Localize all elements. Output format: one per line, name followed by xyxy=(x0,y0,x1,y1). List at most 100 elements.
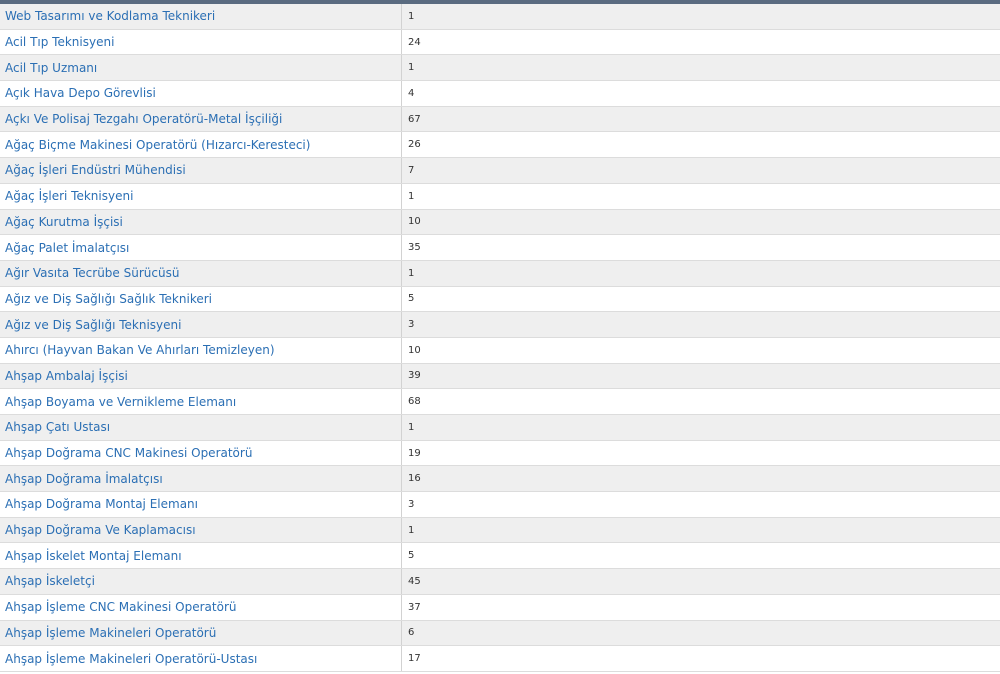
count-value: 5 xyxy=(408,293,415,305)
table-row: Açık Hava Depo Görevlisi 4 xyxy=(0,80,1000,107)
occupation-link[interactable]: Ahşap İşleme Makineleri Operatörü-Ustası xyxy=(0,652,401,666)
occupation-link[interactable]: Acil Tıp Teknisyeni xyxy=(0,35,401,49)
name-cell: Ahşap İşleme CNC Makinesi Operatörü xyxy=(0,594,402,621)
occupation-link[interactable]: Açkı Ve Polisaj Tezgahı Operatörü-Metal … xyxy=(0,112,401,126)
name-cell: Ahşap İskeletçi xyxy=(0,568,402,595)
count-value: 1 xyxy=(408,421,415,433)
table-row: Ahşap Doğrama Montaj Elemanı 3 xyxy=(0,491,1000,518)
name-cell: Ahşap Doğrama İmalatçısı xyxy=(0,465,402,493)
name-cell: Acil Tıp Teknisyeni xyxy=(0,29,402,56)
count-value: 1 xyxy=(408,10,415,22)
name-cell: Ahşap Ambalaj İşçisi xyxy=(0,363,402,390)
occupation-link[interactable]: Ahşap İşleme Makineleri Operatörü xyxy=(0,626,401,640)
table-row: Ahşap Doğrama CNC Makinesi Operatörü 19 xyxy=(0,440,1000,467)
count-value: 6 xyxy=(408,627,415,639)
occupation-link[interactable]: Ağız ve Diş Sağlığı Teknisyeni xyxy=(0,318,401,332)
table-row: Ahşap İskelet Montaj Elemanı 5 xyxy=(0,542,1000,570)
table-row: Acil Tıp Uzmanı 1 xyxy=(0,54,1000,82)
count-value: 7 xyxy=(408,164,415,176)
name-cell: Ağaç İşleri Teknisyeni xyxy=(0,183,402,210)
count-value: 1 xyxy=(408,62,415,74)
count-value: 17 xyxy=(408,653,421,665)
occupation-table: Web Tasarımı ve Kodlama Teknikeri 1 Acil … xyxy=(0,4,1000,672)
name-cell: Acil Tıp Uzmanı xyxy=(0,54,402,82)
count-value: 3 xyxy=(408,319,415,331)
name-cell: Ahşap İskelet Montaj Elemanı xyxy=(0,542,402,570)
count-cell: 16 xyxy=(401,465,1000,493)
occupation-link[interactable]: Ahşap Doğrama Montaj Elemanı xyxy=(0,497,401,511)
count-cell: 5 xyxy=(401,542,1000,570)
count-value: 35 xyxy=(408,242,421,254)
occupation-link[interactable]: Ahşap Ambalaj İşçisi xyxy=(0,369,401,383)
occupation-link[interactable]: Ağaç İşleri Teknisyeni xyxy=(0,189,401,203)
name-cell: Ağaç Kurutma İşçisi xyxy=(0,209,402,236)
name-cell: Ahşap Doğrama CNC Makinesi Operatörü xyxy=(0,440,402,467)
count-cell: 35 xyxy=(401,234,1000,261)
name-cell: Ahşap Çatı Ustası xyxy=(0,414,402,441)
occupation-link[interactable]: Ahşap Doğrama Ve Kaplamacısı xyxy=(0,523,401,537)
occupation-table-body: Web Tasarımı ve Kodlama Teknikeri 1 Acil … xyxy=(0,4,1000,672)
count-value: 45 xyxy=(408,575,421,587)
occupation-link[interactable]: Ahşap İskelet Montaj Elemanı xyxy=(0,549,401,563)
occupation-link[interactable]: Acil Tıp Uzmanı xyxy=(0,61,401,75)
name-cell: Ahşap Doğrama Montaj Elemanı xyxy=(0,491,402,518)
count-cell: 4 xyxy=(401,80,1000,107)
table-row: Ahşap İşleme Makineleri Operatörü-Ustası… xyxy=(0,645,1000,672)
count-value: 1 xyxy=(408,524,415,536)
count-value: 10 xyxy=(408,344,421,356)
count-cell: 1 xyxy=(401,517,1000,544)
count-cell: 6 xyxy=(401,620,1000,647)
table-row: Ağız ve Diş Sağlığı Sağlık Teknikeri 5 xyxy=(0,286,1000,313)
occupation-link[interactable]: Ağır Vasıta Tecrübe Sürücüsü xyxy=(0,266,401,280)
name-cell: Ağır Vasıta Tecrübe Sürücüsü xyxy=(0,260,402,287)
name-cell: Ahşap İşleme Makineleri Operatörü xyxy=(0,620,402,647)
table-row: Ahşap İşleme CNC Makinesi Operatörü 37 xyxy=(0,594,1000,621)
count-cell: 7 xyxy=(401,157,1000,184)
count-value: 10 xyxy=(408,216,421,228)
count-value: 1 xyxy=(408,190,415,202)
count-cell: 10 xyxy=(401,337,1000,364)
occupation-link[interactable]: Web Tasarımı ve Kodlama Teknikeri xyxy=(0,9,401,23)
table-row: Web Tasarımı ve Kodlama Teknikeri 1 xyxy=(0,4,1000,30)
occupation-link[interactable]: Ahşap Boyama ve Vernikleme Elemanı xyxy=(0,395,401,409)
occupation-link[interactable]: Ağaç Palet İmalatçısı xyxy=(0,241,401,255)
occupation-link[interactable]: Ağaç İşleri Endüstri Mühendisi xyxy=(0,163,401,177)
table-row: Ağaç İşleri Endüstri Mühendisi 7 xyxy=(0,157,1000,184)
count-cell: 67 xyxy=(401,106,1000,133)
name-cell: Ağaç Biçme Makinesi Operatörü (Hızarcı-K… xyxy=(0,131,402,159)
occupation-link[interactable]: Ahşap İşleme CNC Makinesi Operatörü xyxy=(0,600,401,614)
table-row: Ahşap Doğrama Ve Kaplamacısı 1 xyxy=(0,517,1000,544)
table-row: Ağır Vasıta Tecrübe Sürücüsü 1 xyxy=(0,260,1000,287)
name-cell: Ahşap Doğrama Ve Kaplamacısı xyxy=(0,517,402,544)
occupation-link[interactable]: Ahşap Doğrama CNC Makinesi Operatörü xyxy=(0,446,401,460)
count-cell: 39 xyxy=(401,363,1000,390)
count-value: 67 xyxy=(408,113,421,125)
occupation-link[interactable]: Ahşap İskeletçi xyxy=(0,574,401,588)
occupation-link[interactable]: Ahırcı (Hayvan Bakan Ve Ahırları Temizle… xyxy=(0,343,401,357)
name-cell: Açık Hava Depo Görevlisi xyxy=(0,80,402,107)
count-value: 37 xyxy=(408,601,421,613)
count-cell: 5 xyxy=(401,286,1000,313)
count-value: 24 xyxy=(408,36,421,48)
table-row: Ahşap Doğrama İmalatçısı 16 xyxy=(0,465,1000,493)
occupation-link[interactable]: Ağız ve Diş Sağlığı Sağlık Teknikeri xyxy=(0,292,401,306)
count-cell: 3 xyxy=(401,311,1000,338)
occupation-link[interactable]: Ağaç Kurutma İşçisi xyxy=(0,215,401,229)
name-cell: Açkı Ve Polisaj Tezgahı Operatörü-Metal … xyxy=(0,106,402,133)
occupation-link[interactable]: Ahşap Çatı Ustası xyxy=(0,420,401,434)
occupation-link[interactable]: Ağaç Biçme Makinesi Operatörü (Hızarcı-K… xyxy=(0,138,401,152)
name-cell: Ahşap İşleme Makineleri Operatörü-Ustası xyxy=(0,645,402,672)
occupation-link[interactable]: Ahşap Doğrama İmalatçısı xyxy=(0,472,401,486)
occupation-link[interactable]: Açık Hava Depo Görevlisi xyxy=(0,86,401,100)
count-cell: 1 xyxy=(401,260,1000,287)
table-row: Ahşap Ambalaj İşçisi 39 xyxy=(0,363,1000,390)
count-cell: 17 xyxy=(401,645,1000,672)
count-cell: 45 xyxy=(401,568,1000,595)
table-row: Ağaç Kurutma İşçisi 10 xyxy=(0,209,1000,236)
count-value: 3 xyxy=(408,498,415,510)
table-row: Acil Tıp Teknisyeni 24 xyxy=(0,29,1000,56)
count-cell: 3 xyxy=(401,491,1000,518)
table-row: Ağaç İşleri Teknisyeni 1 xyxy=(0,183,1000,210)
count-value: 16 xyxy=(408,473,421,485)
name-cell: Ahşap Boyama ve Vernikleme Elemanı xyxy=(0,388,402,415)
